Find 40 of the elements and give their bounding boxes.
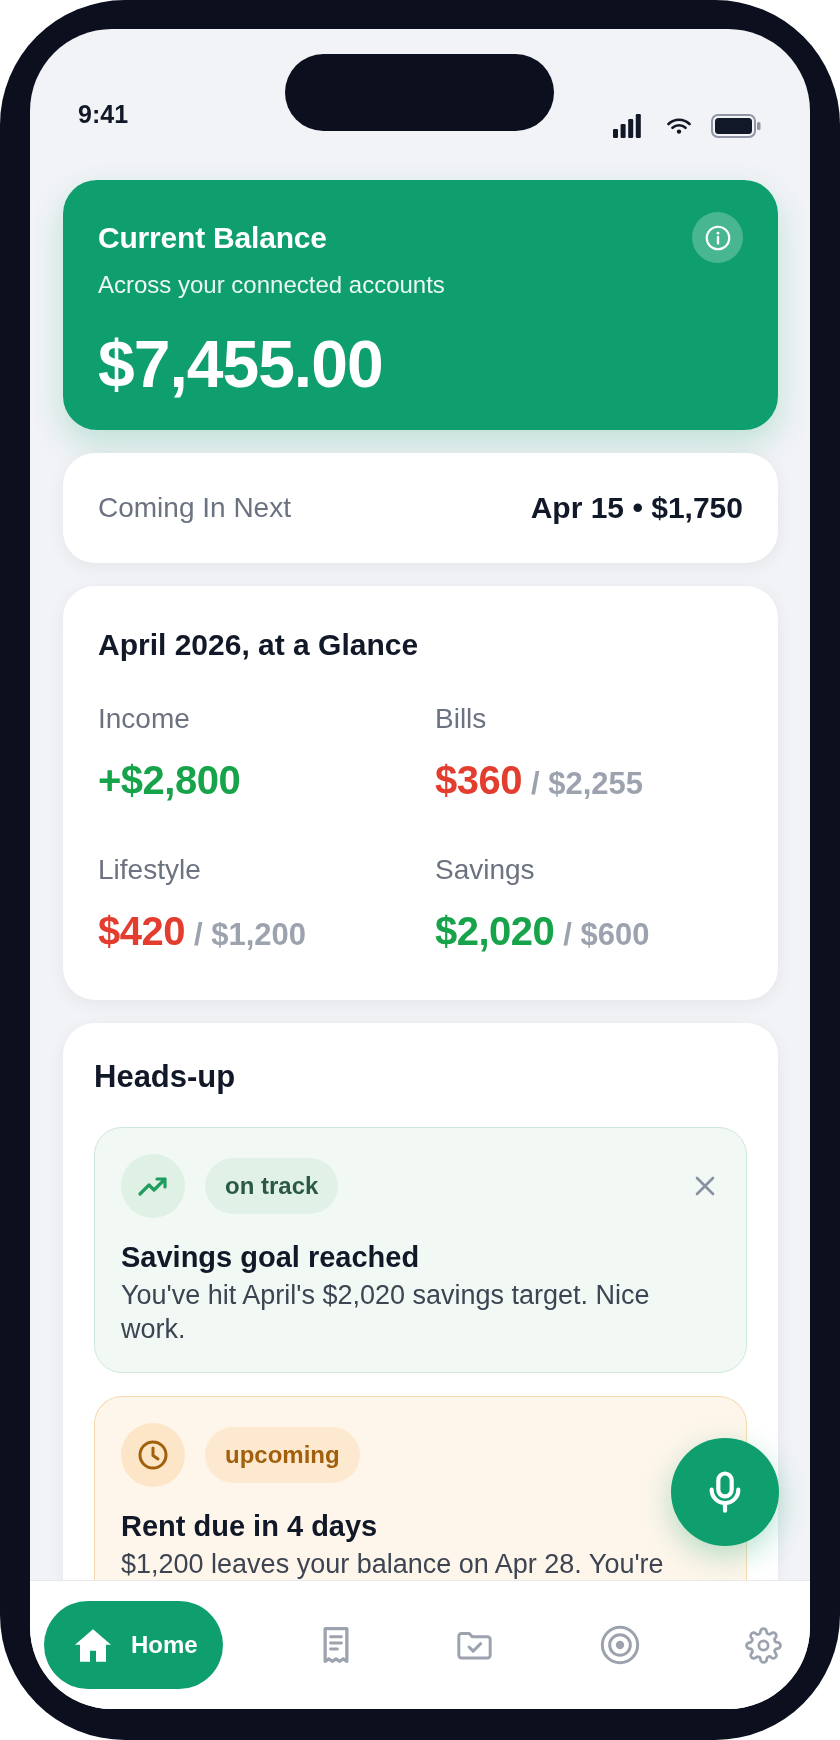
folder-check-icon xyxy=(455,1630,495,1660)
nav-tab[interactable]: Home xyxy=(44,1601,223,1689)
status-tag: on track xyxy=(205,1158,339,1214)
info-label: Coming In Next xyxy=(98,491,291,525)
alert-title: Savings goal reached xyxy=(121,1240,420,1274)
settings-icon xyxy=(745,1626,782,1664)
alert-text: $1,200 leaves your balance on Apr 28. You're xyxy=(121,1548,664,1580)
status-time: 9:41 xyxy=(78,99,129,129)
trend-up-icon xyxy=(121,1154,185,1218)
signal-icon xyxy=(613,114,641,138)
balance-amount: $7,455.00 xyxy=(98,328,383,400)
stat-label: Income xyxy=(98,703,190,735)
stat-value: +$2,800 xyxy=(98,757,241,803)
close-icon xyxy=(694,1175,716,1197)
card-title: April 2026, at a Glance xyxy=(98,627,419,663)
info-button[interactable] xyxy=(692,212,743,263)
home-icon xyxy=(75,1627,111,1663)
stat-limit: / $2,255 xyxy=(531,765,644,803)
stat-label: Savings xyxy=(435,854,535,886)
status-tag: upcoming xyxy=(205,1427,360,1483)
card-title: Heads-up xyxy=(94,1059,236,1095)
stat-limit: / $1,200 xyxy=(194,916,307,954)
card-subtitle: Across your connected accounts xyxy=(98,271,445,299)
clock-icon xyxy=(121,1423,185,1487)
battery-icon xyxy=(711,114,761,138)
alert-title: Rent due in 4 days xyxy=(121,1509,378,1543)
info-value: Apr 15 • $1,750 xyxy=(530,491,743,525)
stat-value: $360 xyxy=(435,757,522,803)
info-icon xyxy=(704,224,731,251)
alert-text: You've hit April's $2,020 savings target. Nice work. xyxy=(121,1279,651,1346)
card-title: Current Balance xyxy=(98,219,327,256)
receipt-icon xyxy=(322,1626,350,1664)
stat-value: $2,020 xyxy=(435,908,555,954)
stat-limit: / $600 xyxy=(563,916,650,954)
target-icon xyxy=(599,1625,640,1665)
stat-value: $420 xyxy=(98,908,185,954)
stat-label: Bills xyxy=(435,703,487,735)
microphone-icon xyxy=(709,1471,741,1513)
wifi-icon xyxy=(667,118,691,134)
stat-label: Lifestyle xyxy=(98,854,201,886)
